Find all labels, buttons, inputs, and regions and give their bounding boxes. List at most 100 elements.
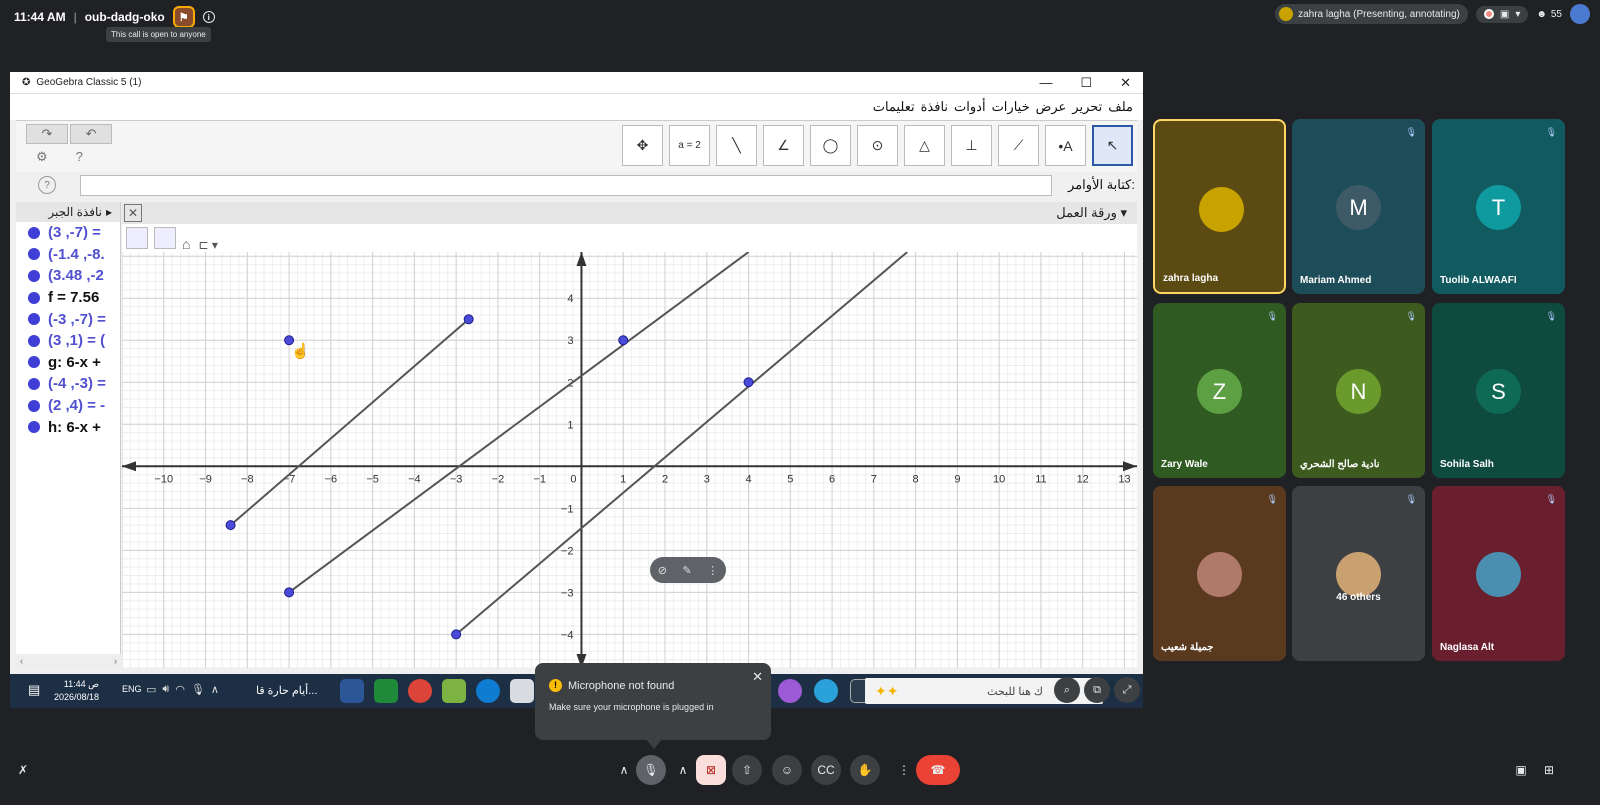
move-graphics-tool-icon[interactable]: ✥ bbox=[622, 125, 663, 166]
participant-tile[interactable]: 🎙︎ جميلة شعيب bbox=[1153, 486, 1286, 661]
visibility-toggle-icon[interactable] bbox=[28, 399, 40, 412]
gear-icon[interactable]: ⚙ bbox=[36, 149, 48, 165]
visibility-toggle-icon[interactable] bbox=[28, 356, 40, 369]
chevron-up-icon[interactable]: ∧ bbox=[211, 683, 219, 696]
reflect-tool-icon[interactable]: ╲ bbox=[716, 125, 757, 166]
camtasia-app-icon[interactable] bbox=[442, 679, 466, 703]
minimize-icon[interactable]: — bbox=[1039, 75, 1052, 91]
home-icon[interactable]: ⌂ bbox=[182, 236, 190, 252]
battery-icon[interactable]: ▭ bbox=[146, 683, 156, 696]
unpin-icon[interactable]: ⊘ bbox=[658, 564, 667, 577]
select-tool-icon[interactable]: ↖ bbox=[1092, 125, 1133, 166]
participant-tile[interactable]: T 🎙︎ Tuolib ALWAAFI bbox=[1432, 119, 1565, 294]
notification-icon[interactable]: ▤ bbox=[28, 682, 40, 698]
annotation-floating-bar[interactable]: ⊘ ✎ ⋮ bbox=[650, 557, 726, 583]
angle-tool-icon[interactable]: ∠ bbox=[763, 125, 804, 166]
algebra-row[interactable]: (-4 ,-3) = bbox=[16, 373, 120, 395]
menu-edit[interactable]: تحرير bbox=[1072, 99, 1102, 115]
leave-call-icon[interactable]: ☎ bbox=[916, 755, 960, 785]
video-options-chevron-icon[interactable]: ∧ bbox=[673, 755, 693, 785]
close-icon[interactable]: ✕ bbox=[752, 669, 763, 685]
graphics-view[interactable]: −10 −9 −8 −7 −6 −5 −4 −3 −2 −1 0 1 2 3 4 5 6 7 8 9 10 11 12 13 4… bbox=[121, 251, 1137, 669]
algebra-row[interactable]: f = 7.56 bbox=[16, 287, 120, 309]
menu-help[interactable]: تعليمات bbox=[873, 99, 915, 115]
conic-tool-icon[interactable]: ◯ bbox=[810, 125, 851, 166]
menu-view[interactable]: عرض bbox=[1036, 99, 1067, 115]
undo-icon[interactable]: ↶ bbox=[70, 124, 112, 144]
taskbar-clock[interactable]: 11:44 ص 2026/08/18 bbox=[54, 678, 99, 704]
pin-off-icon[interactable]: ✗ bbox=[8, 755, 38, 785]
kahoot-app-icon[interactable] bbox=[374, 679, 398, 703]
participant-tile[interactable]: Z 🎙︎ Zary Wale bbox=[1153, 303, 1286, 478]
audio-options-chevron-icon[interactable]: ∧ bbox=[614, 755, 634, 785]
captions-icon[interactable]: CC bbox=[811, 755, 841, 785]
algebra-row[interactable]: (3 ,1) = ( bbox=[16, 330, 120, 352]
menu-file[interactable]: ملف bbox=[1108, 99, 1133, 115]
presenter-chip[interactable]: zahra lagha (Presenting, annotating) bbox=[1275, 4, 1468, 24]
recording-chip[interactable]: ▣ ▾ bbox=[1475, 5, 1529, 23]
scroll-right-icon[interactable]: › bbox=[114, 656, 117, 666]
algebra-scrollbar[interactable]: ‹ › bbox=[16, 654, 121, 668]
perpendicular-tool-icon[interactable]: ⊥ bbox=[951, 125, 992, 166]
algebra-row[interactable]: g: 6-x + bbox=[16, 352, 120, 374]
visibility-toggle-icon[interactable] bbox=[28, 269, 40, 282]
close-view-icon[interactable]: ✕ bbox=[124, 204, 142, 222]
more-options-icon[interactable]: ⋮ bbox=[889, 755, 919, 785]
participant-tile[interactable]: M 🎙︎ Mariam Ahmed bbox=[1292, 119, 1425, 294]
taskbar-language[interactable]: ENG bbox=[122, 684, 142, 694]
visibility-toggle-icon[interactable] bbox=[28, 226, 40, 239]
navigation-toggle-icon[interactable]: ⊏ ▾ bbox=[198, 238, 217, 252]
help-icon[interactable]: ? bbox=[76, 149, 83, 165]
activities-icon[interactable]: ⊞ bbox=[1534, 755, 1564, 785]
menu-tools[interactable]: أدوات bbox=[954, 99, 986, 115]
news-widget[interactable]: أيام حارة قا... bbox=[256, 684, 317, 697]
app-icon[interactable] bbox=[778, 679, 802, 703]
algebra-row[interactable]: (-3 ,-7) = bbox=[16, 308, 120, 330]
coordinate-plane[interactable]: −10 −9 −8 −7 −6 −5 −4 −3 −2 −1 0 1 2 3 4 5 6 7 8 9 10 11 12 134… bbox=[121, 251, 1137, 669]
more-vert-icon[interactable]: ⋮ bbox=[707, 564, 718, 577]
info-icon[interactable]: i bbox=[202, 11, 215, 23]
chrome-app-icon[interactable] bbox=[408, 679, 432, 703]
meeting-code[interactable]: oub-dadg-oko bbox=[85, 10, 165, 24]
participant-tile[interactable]: 🎙︎ Naglasa Alt bbox=[1432, 486, 1565, 661]
visibility-toggle-icon[interactable] bbox=[28, 421, 40, 434]
visibility-toggle-icon[interactable] bbox=[28, 248, 40, 261]
command-input[interactable] bbox=[80, 175, 1052, 196]
algebra-row[interactable]: (2 ,4) = - bbox=[16, 395, 120, 417]
volume-icon[interactable]: 🔊︎ bbox=[162, 683, 169, 696]
account-avatar[interactable] bbox=[1570, 4, 1590, 24]
visibility-toggle-icon[interactable] bbox=[28, 291, 40, 304]
algebra-row[interactable]: (-1.4 ,-8. bbox=[16, 244, 120, 266]
word-app-icon[interactable] bbox=[340, 679, 364, 703]
telegram-app-icon[interactable] bbox=[814, 679, 838, 703]
menu-window[interactable]: نافذة bbox=[921, 99, 948, 115]
open-call-badge-icon[interactable]: ⚑ bbox=[172, 6, 195, 28]
visibility-toggle-icon[interactable] bbox=[28, 334, 40, 347]
fullscreen-icon[interactable]: ⤢ bbox=[1114, 677, 1140, 703]
visibility-toggle-icon[interactable] bbox=[28, 313, 40, 326]
grid-toggle-icon[interactable] bbox=[154, 227, 176, 249]
zoom-icon[interactable]: ⌕ bbox=[1054, 677, 1080, 703]
wifi-icon[interactable]: ◠ bbox=[175, 683, 185, 696]
participant-tile[interactable]: zahra lagha bbox=[1153, 119, 1286, 294]
people-count-chip[interactable]: ☻ 55 bbox=[1536, 9, 1562, 20]
pop-out-icon[interactable]: ⧉ bbox=[1084, 677, 1110, 703]
slider-tool-icon[interactable]: a = 2 bbox=[669, 125, 710, 166]
edge-app-icon[interactable] bbox=[476, 679, 500, 703]
mic-icon[interactable]: 🎙︎ bbox=[191, 683, 205, 696]
close-icon[interactable]: ✕ bbox=[1120, 75, 1131, 91]
participant-tile[interactable]: 🎙︎ 46 others bbox=[1292, 486, 1425, 661]
line-tool-icon[interactable]: ⟋ bbox=[998, 125, 1039, 166]
graphics-title[interactable]: ورقة العمل ▾ bbox=[1056, 205, 1127, 221]
expand-arrow-icon[interactable]: ▸ bbox=[106, 205, 112, 219]
algebra-row[interactable]: (3.48 ,-2 bbox=[16, 265, 120, 287]
camera-off-icon[interactable]: ⊠ bbox=[696, 755, 726, 785]
geogebra-app-icon[interactable] bbox=[510, 679, 534, 703]
present-screen-icon[interactable]: ⇧ bbox=[732, 755, 762, 785]
polygon-tool-icon[interactable]: △ bbox=[904, 125, 945, 166]
emoji-icon[interactable]: ☺ bbox=[772, 755, 802, 785]
input-help-icon[interactable]: ? bbox=[38, 176, 56, 194]
raise-hand-icon[interactable]: ✋ bbox=[850, 755, 880, 785]
point-tool-icon[interactable]: •A bbox=[1045, 125, 1086, 166]
scroll-left-icon[interactable]: ‹ bbox=[20, 656, 23, 666]
